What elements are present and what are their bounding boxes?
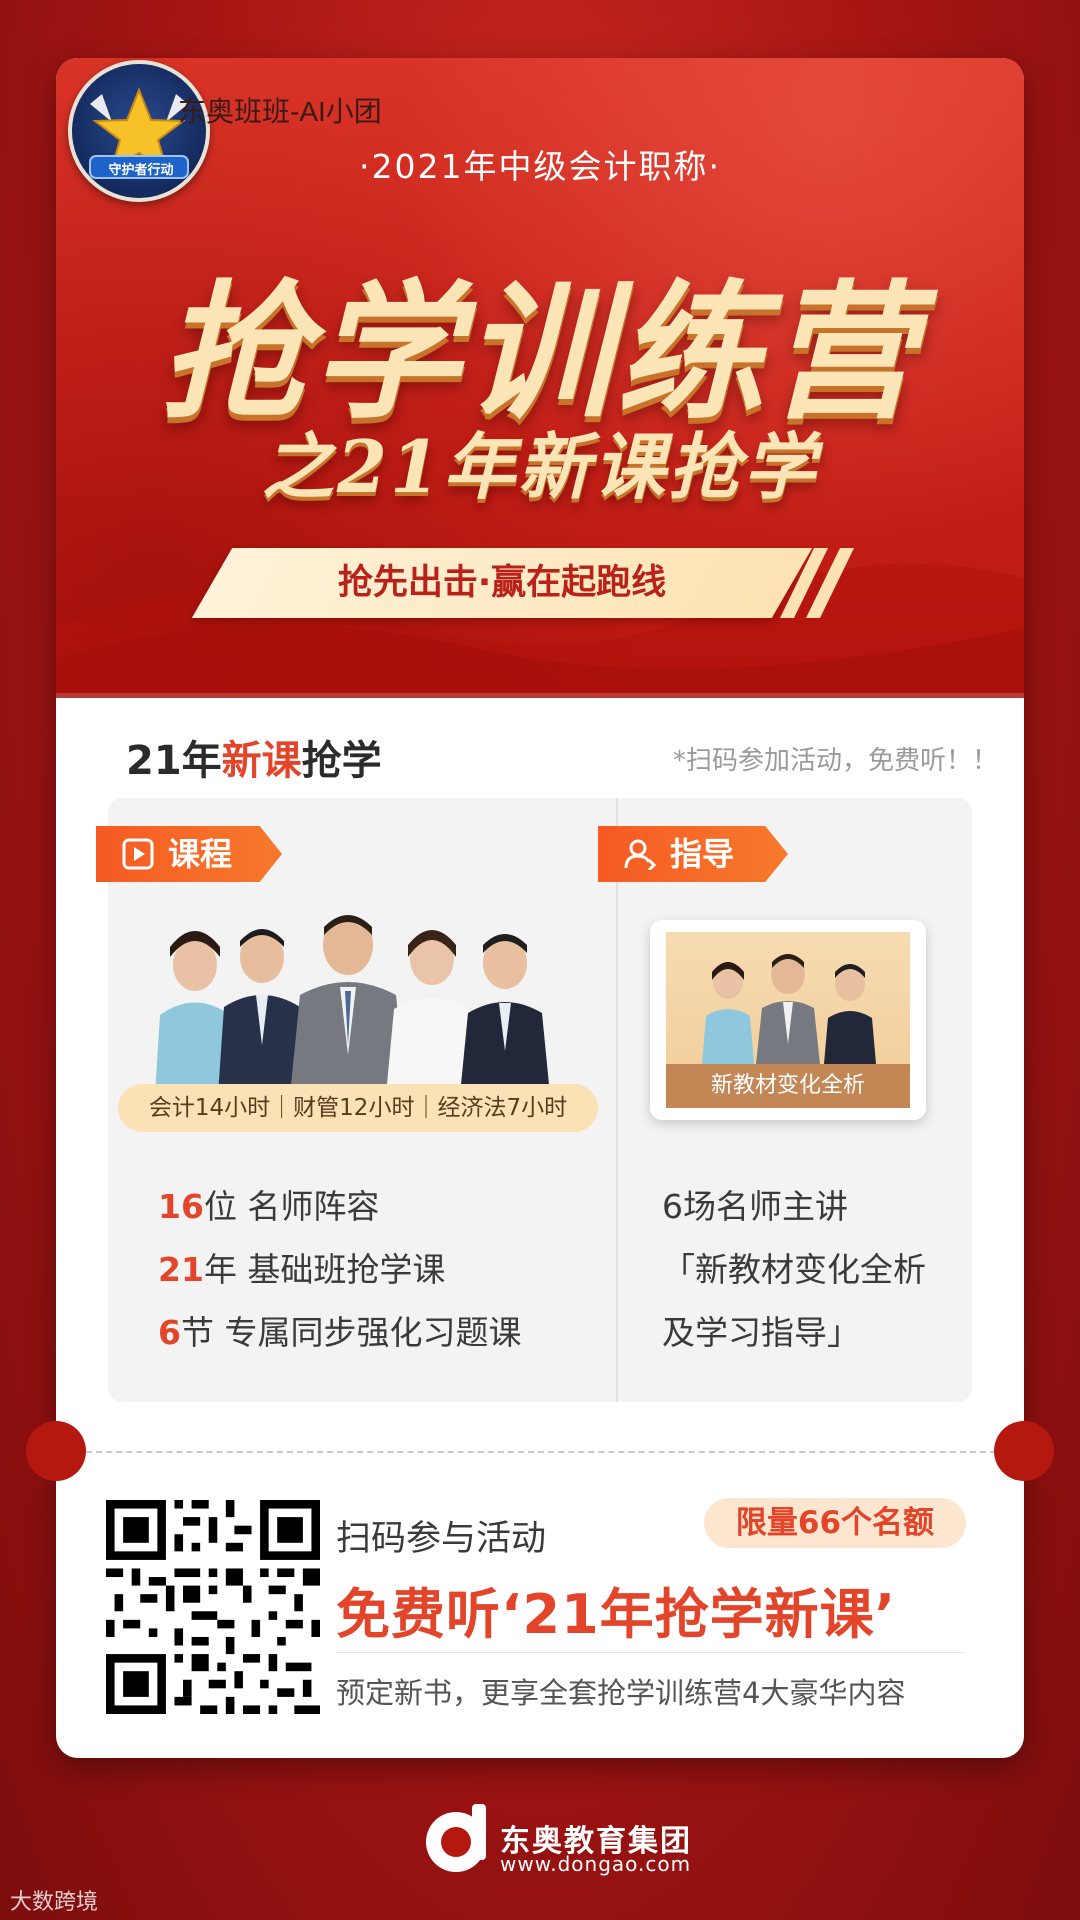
- tablet-screen: 新教材变化全析: [666, 932, 910, 1108]
- stripes-decoration: [754, 548, 854, 618]
- qr-code[interactable]: [106, 1500, 320, 1714]
- feature-number: 21: [158, 1250, 204, 1289]
- ticket-separator: [66, 1451, 996, 1453]
- guide-tag: 指导: [598, 826, 788, 882]
- ticket-notch-right: [994, 1421, 1054, 1481]
- watermark-text: 东奥班班-AI小团: [178, 96, 382, 127]
- preorder-note: 预定新书，更享全套抢学训练营4大豪华内容: [336, 1676, 906, 1710]
- guide-line-1: 6场名师主讲: [662, 1187, 848, 1226]
- feature-number: 6: [158, 1313, 181, 1352]
- slogan-text: 抢先出击·赢在起跑线: [337, 563, 667, 603]
- section-title: 21年新课抢学: [126, 728, 382, 786]
- poster: 守护者行动 东奥班班-AI小团 ·2021年中级会计职称· 抢学训练营 之21年…: [0, 0, 1080, 1920]
- play-icon: [122, 838, 154, 870]
- feature-exercise-course: 6节 专属同步强化习题课: [158, 1306, 521, 1354]
- tablet-caption: 新教材变化全析: [666, 1064, 910, 1108]
- feature-text: 专属同步强化习题课: [213, 1313, 522, 1352]
- tablet-teachers-photo: [702, 954, 876, 1064]
- feature-teachers: 16位 名师阵容: [158, 1180, 379, 1228]
- feature-unit: 年: [203, 1250, 237, 1289]
- section-title-prefix: 21年: [126, 738, 222, 784]
- headline-divider: [336, 1652, 964, 1653]
- ticket-notch-left: [26, 1421, 86, 1481]
- user-icon: [624, 839, 656, 870]
- tablet-mockup: 新教材变化全析: [650, 920, 926, 1120]
- course-hours: 会计14小时｜财管12小时｜经济法7小时: [118, 1084, 598, 1132]
- feature-unit: 节: [180, 1313, 214, 1352]
- scan-instruction: 扫码参与活动: [336, 1519, 547, 1559]
- brand-url[interactable]: www.dongao.com: [500, 1852, 691, 1876]
- guide-tag-label: 指导: [670, 835, 735, 873]
- hero-title-secondary: 之21年新课抢学: [261, 424, 819, 509]
- feature-number: 16: [158, 1187, 204, 1226]
- section-title-suffix: 抢学: [301, 738, 382, 784]
- course-tag-label: 课程: [168, 835, 233, 873]
- teachers-photo: [155, 915, 550, 1095]
- feature-text: 名师阵容: [236, 1187, 380, 1226]
- dongao-logo-icon: [426, 1804, 486, 1872]
- guide-line-2: 「新教材变化全析: [662, 1250, 926, 1289]
- feature-unit: 位: [203, 1187, 237, 1226]
- hero-subtitle: ·2021年中级会计职称·: [359, 147, 721, 186]
- guide-line-3: 及学习指导」: [662, 1313, 860, 1352]
- course-tag: 课程: [96, 826, 282, 882]
- corner-watermark: 大数跨境: [10, 1890, 99, 1915]
- free-listen-headline: 免费听‘21年抢学新课’: [336, 1583, 897, 1646]
- feature-basic-course: 21年 基础班抢学课: [158, 1243, 445, 1291]
- panel-divider: [616, 798, 618, 1402]
- section-note: *扫码参加活动，免费听！！: [672, 746, 998, 776]
- section-title-highlight: 新课: [221, 738, 302, 784]
- feature-text: 基础班抢学课: [236, 1250, 446, 1289]
- quota-badge: 限量66个名额: [704, 1498, 966, 1548]
